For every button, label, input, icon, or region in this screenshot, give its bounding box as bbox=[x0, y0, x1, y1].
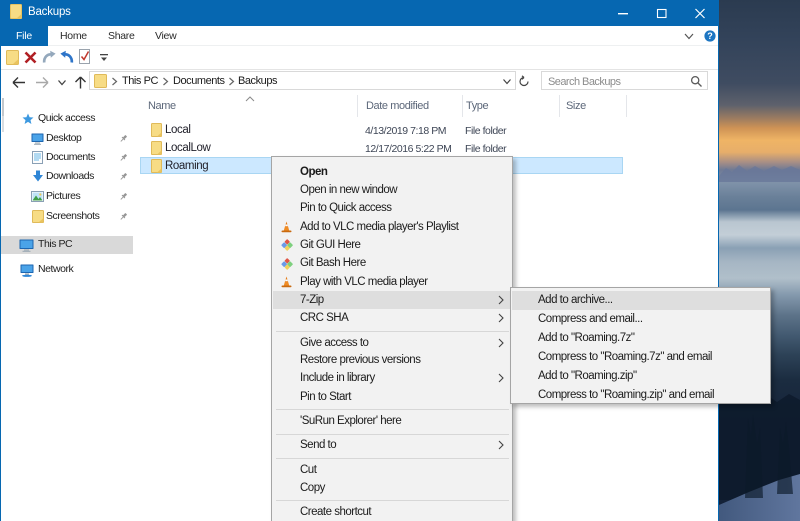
svg-text:?: ? bbox=[707, 31, 713, 41]
